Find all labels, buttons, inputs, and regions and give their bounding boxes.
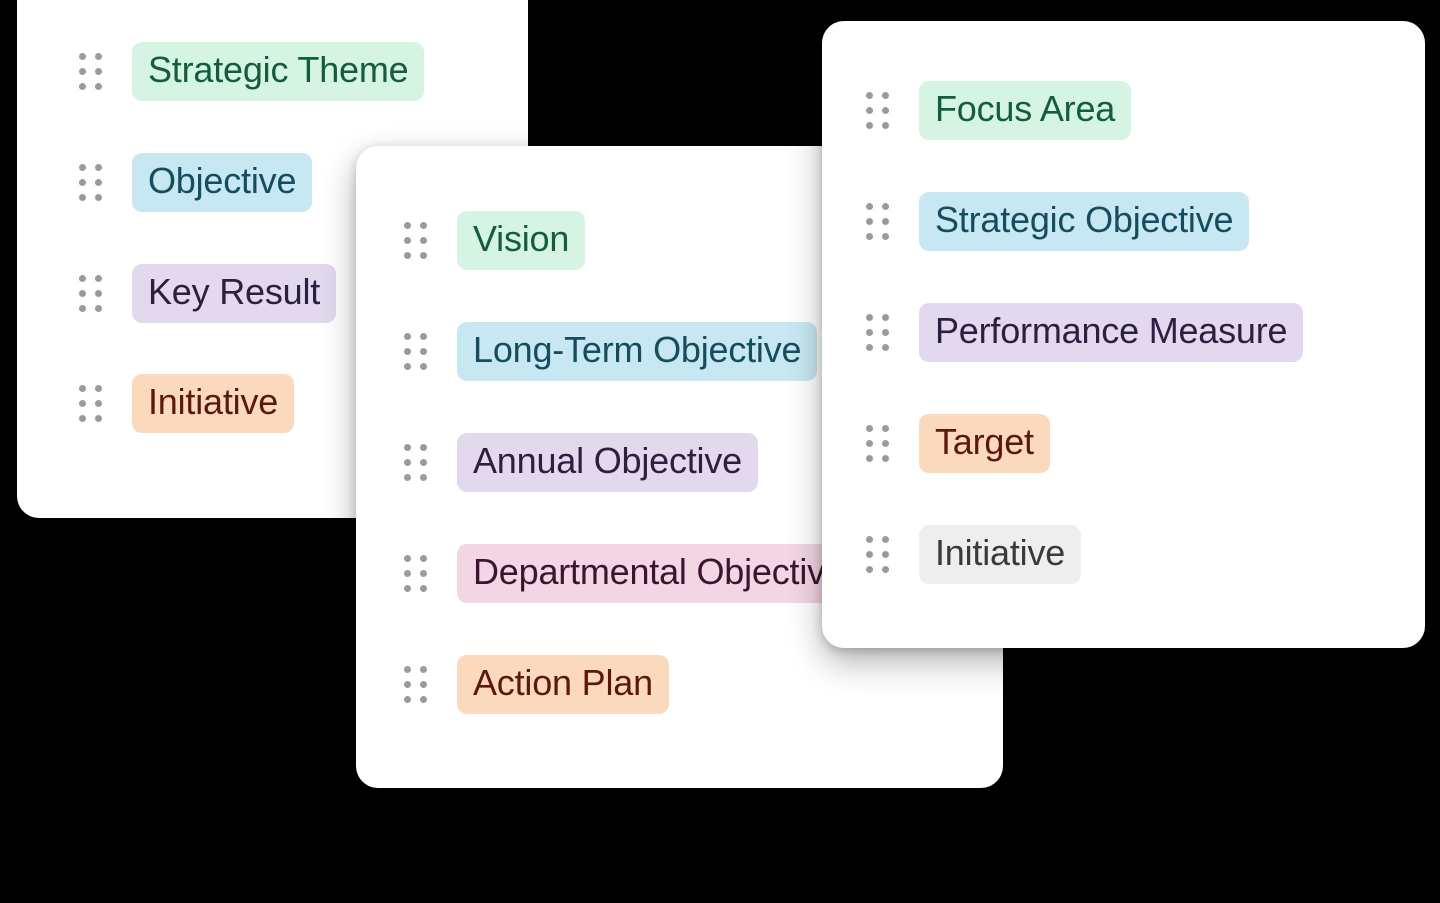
canvas: Strategic Theme Objective Key Result Initia…: [0, 0, 1440, 903]
drag-handle-action-plan[interactable]: [404, 665, 427, 703]
drag-handle-performance-measure[interactable]: [866, 313, 889, 351]
balanced-scorecard-card[interactable]: Focus Area Strategic Objective Performance…: [822, 21, 1425, 648]
status-badge[interactable]: Objective: [132, 153, 313, 212]
drag-handle-objective[interactable]: [79, 163, 102, 201]
list-item[interactable]: Target: [866, 414, 1050, 473]
drag-handle-key-result[interactable]: [79, 274, 102, 312]
list-item[interactable]: Action Plan: [404, 655, 669, 714]
list-item[interactable]: Departmental Objective: [404, 544, 861, 603]
status-badge[interactable]: Vision: [457, 211, 586, 270]
status-badge[interactable]: Focus Area: [919, 81, 1132, 140]
list-item[interactable]: Key Result: [79, 264, 337, 323]
status-badge[interactable]: Strategic Theme: [132, 42, 425, 101]
status-badge[interactable]: Departmental Objective: [457, 544, 861, 603]
list-item[interactable]: Strategic Objective: [866, 192, 1250, 251]
drag-handle-target[interactable]: [866, 424, 889, 462]
drag-handle-focus-area[interactable]: [866, 91, 889, 129]
drag-handle-initiative-scorecard[interactable]: [866, 535, 889, 573]
list-item[interactable]: Long-Term Objective: [404, 322, 818, 381]
list-item[interactable]: Objective: [79, 153, 313, 212]
drag-handle-vision[interactable]: [404, 221, 427, 259]
list-item[interactable]: Strategic Theme: [79, 42, 425, 101]
drag-handle-strategic-objective[interactable]: [866, 202, 889, 240]
status-badge[interactable]: Action Plan: [457, 655, 669, 714]
list-item[interactable]: Initiative: [866, 525, 1082, 584]
status-badge[interactable]: Performance Measure: [919, 303, 1304, 362]
list-item[interactable]: Performance Measure: [866, 303, 1304, 362]
list-item[interactable]: Initiative: [79, 374, 295, 433]
drag-handle-annual-objective[interactable]: [404, 443, 427, 481]
drag-handle-initiative[interactable]: [79, 384, 102, 422]
list-item[interactable]: Vision: [404, 211, 586, 270]
drag-handle-strategic-theme[interactable]: [79, 52, 102, 90]
list-item[interactable]: Annual Objective: [404, 433, 758, 492]
drag-handle-long-term-objective[interactable]: [404, 332, 427, 370]
status-badge[interactable]: Key Result: [132, 264, 337, 323]
status-badge[interactable]: Initiative: [132, 374, 295, 433]
status-badge[interactable]: Target: [919, 414, 1050, 473]
list-item[interactable]: Focus Area: [866, 81, 1132, 140]
status-badge[interactable]: Strategic Objective: [919, 192, 1250, 251]
status-badge[interactable]: Long-Term Objective: [457, 322, 818, 381]
status-badge[interactable]: Annual Objective: [457, 433, 758, 492]
drag-handle-departmental-objective[interactable]: [404, 554, 427, 592]
status-badge[interactable]: Initiative: [919, 525, 1082, 584]
